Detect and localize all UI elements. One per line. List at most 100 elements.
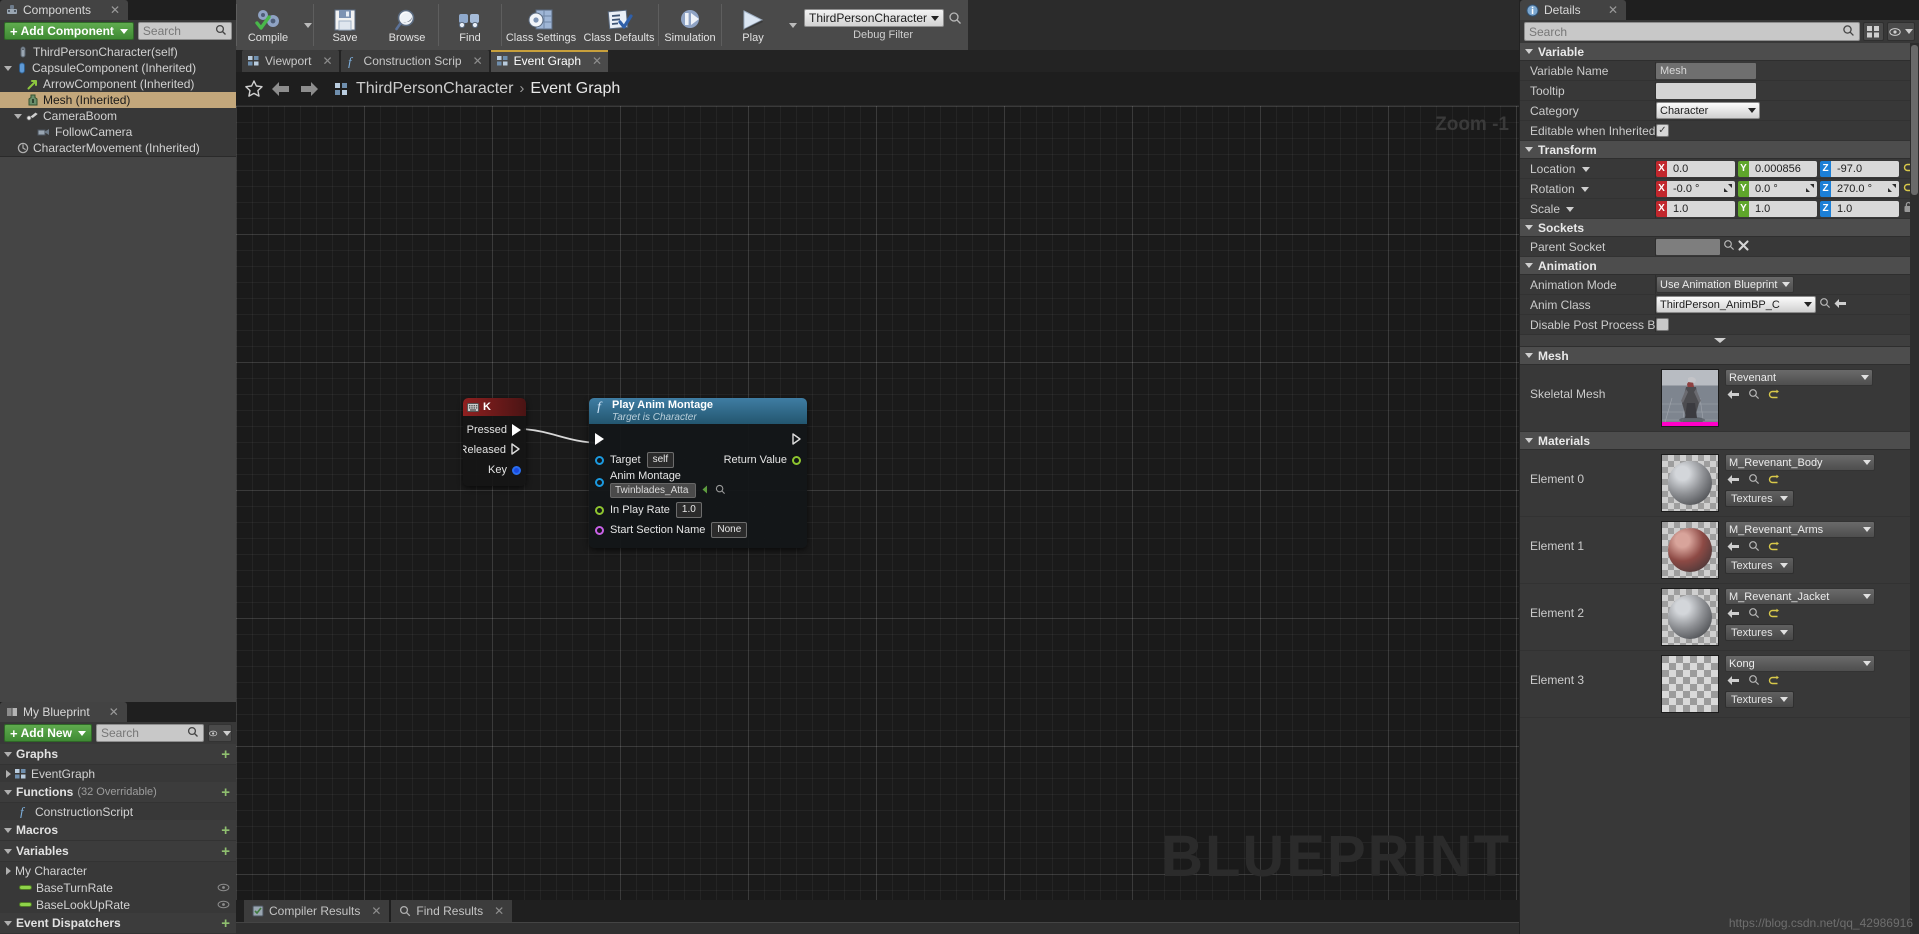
use-selected-asset-icon[interactable] — [1727, 541, 1740, 555]
debug-filter-search-icon[interactable] — [948, 11, 962, 25]
material-asset-combobox[interactable]: M_Revenant_Arms — [1725, 521, 1875, 538]
add-to-section-button[interactable]: + — [221, 844, 230, 859]
editable-when-inherited-checkbox[interactable]: ✓ — [1656, 124, 1669, 137]
skeletal-mesh-thumbnail[interactable] — [1661, 369, 1719, 427]
add-to-section-button[interactable]: + — [221, 916, 230, 931]
my-blueprint-section-header[interactable]: Variables + — [0, 841, 236, 862]
pin-start-section-name-value[interactable]: None — [711, 522, 748, 538]
exec-pin-hollow-icon[interactable] — [511, 442, 521, 458]
toolbar-class-defaults-button[interactable]: Class Defaults — [580, 0, 658, 50]
browse-asset-icon[interactable] — [1748, 607, 1760, 622]
close-icon[interactable]: ✕ — [322, 54, 332, 68]
expander-collapse-icon[interactable] — [1525, 263, 1533, 268]
add-to-section-button[interactable]: + — [221, 785, 230, 800]
forward-arrow-icon[interactable] — [298, 80, 320, 98]
animation-mode-combobox[interactable]: Use Animation Blueprint — [1656, 276, 1795, 293]
my-blueprint-section-header[interactable]: Event Dispatchers + — [0, 913, 236, 934]
details-category-materials[interactable]: Materials — [1520, 432, 1919, 450]
tab-construction-scrip[interactable]: f Construction Scrip ✕ — [340, 50, 489, 72]
details-category-mesh[interactable]: Mesh — [1520, 347, 1919, 365]
tab-my-blueprint[interactable]: My Blueprint ✕ — [0, 702, 127, 722]
tab-details[interactable]: Details ✕ — [1520, 0, 1626, 20]
pin-target-value[interactable]: self — [646, 452, 675, 468]
parent-socket-field[interactable] — [1656, 238, 1720, 255]
toolbar-save-button[interactable]: Save — [314, 0, 376, 50]
details-scrollbar[interactable] — [1910, 43, 1919, 934]
my-blueprint-search-input[interactable]: Search — [95, 724, 204, 742]
use-selected-asset-icon[interactable] — [1727, 675, 1740, 689]
exec-pin-icon[interactable] — [595, 433, 604, 445]
eye-icon[interactable] — [217, 881, 230, 895]
favorite-star-icon[interactable] — [244, 79, 264, 99]
vector-z-cell[interactable]: Z 1.0 — [1820, 200, 1899, 217]
expander-collapse-icon[interactable] — [1525, 147, 1533, 152]
vector-y-value[interactable]: 0.0 ° — [1749, 180, 1817, 197]
vector-x-cell[interactable]: X -0.0 ° — [1656, 180, 1735, 197]
tooltip-field[interactable] — [1656, 82, 1756, 99]
vector-y-cell[interactable]: Y 0.000856 — [1738, 160, 1817, 177]
vector-y-cell[interactable]: Y 0.0 ° — [1738, 180, 1817, 197]
details-scrollbar-thumb[interactable] — [1911, 45, 1918, 195]
reset-to-default-icon[interactable] — [1768, 674, 1780, 689]
use-selected-asset-icon[interactable] — [1727, 389, 1740, 403]
expander-collapse-icon[interactable] — [14, 113, 22, 119]
vector-y-cell[interactable]: Y 1.0 — [1738, 200, 1817, 217]
vector-z-value[interactable]: 1.0 — [1831, 200, 1899, 217]
graph-canvas[interactable]: Zoom -1 BLUEPRINT K Pressed Released Key… — [236, 106, 1519, 900]
vector-x-cell[interactable]: X 0.0 — [1656, 160, 1735, 177]
pin-start-section-name[interactable]: Start Section Name None — [589, 520, 807, 540]
details-property-name[interactable]: Scale — [1520, 202, 1655, 216]
component-tree-item[interactable]: ArrowComponent (Inherited) — [0, 76, 236, 92]
vector-x-value[interactable]: 1.0 — [1667, 200, 1735, 217]
component-tree-item[interactable]: FollowCamera — [0, 124, 236, 140]
component-tree-item[interactable]: Mesh (Inherited) — [0, 92, 236, 108]
details-search-input[interactable]: Search — [1524, 22, 1860, 41]
my-blueprint-section-header[interactable]: Graphs + — [0, 744, 236, 765]
exec-pin-out-icon[interactable] — [792, 433, 801, 445]
pin-key[interactable]: Key — [463, 460, 526, 480]
expander-expand-icon[interactable] — [6, 769, 11, 778]
back-arrow-icon[interactable] — [270, 80, 292, 98]
add-component-button[interactable]: + Add Component — [4, 22, 134, 40]
object-pin-icon[interactable] — [595, 455, 604, 465]
disable-post-process-checkbox[interactable]: ✓ — [1656, 318, 1669, 331]
textures-button[interactable]: Textures — [1725, 624, 1794, 641]
close-icon[interactable]: ✕ — [1594, 3, 1618, 17]
anim-class-combobox[interactable]: ThirdPerson_AnimBP_C — [1656, 296, 1816, 313]
toolbar-simulation-button[interactable]: Simulation — [659, 0, 721, 50]
component-tree-item[interactable]: CameraBoom — [0, 108, 236, 124]
node-play-anim-montage[interactable]: f Play Anim Montage Target is Character — [589, 398, 807, 548]
my-blueprint-section-header[interactable]: Functions (32 Overridable) + — [0, 782, 236, 803]
my-blueprint-item[interactable]: EventGraph — [0, 765, 236, 782]
reset-to-default-icon[interactable] — [1768, 607, 1780, 622]
toolbar-find-button[interactable]: Find — [439, 0, 501, 50]
reset-to-default-icon[interactable] — [1768, 388, 1780, 403]
details-category-variable[interactable]: Variable — [1520, 43, 1919, 61]
expander-collapse-icon[interactable] — [4, 751, 12, 757]
close-icon[interactable]: ✕ — [473, 54, 483, 68]
spinner-icon[interactable] — [1887, 183, 1897, 195]
breadcrumb-root[interactable]: ThirdPersonCharacter — [356, 80, 513, 98]
my-blueprint-item[interactable]: BaseLookUpRate — [0, 896, 236, 913]
debug-filter-combobox[interactable]: ThirdPersonCharacter — [804, 9, 945, 27]
expander-collapse-icon[interactable] — [4, 848, 12, 854]
close-icon[interactable]: ✕ — [371, 904, 381, 918]
pin-in-play-rate[interactable]: In Play Rate 1.0 — [589, 500, 807, 520]
struct-pin-icon[interactable] — [512, 465, 521, 475]
bottom-tab-compiler-results[interactable]: Compiler Results ✕ — [244, 900, 390, 922]
toolbar-class-settings-button[interactable]: Class Settings — [502, 0, 580, 50]
expander-collapse-icon[interactable] — [1525, 225, 1533, 230]
expander-expand-icon[interactable] — [6, 866, 11, 875]
browse-asset-icon[interactable] — [1819, 297, 1831, 312]
browse-asset-icon[interactable] — [1748, 540, 1760, 555]
my-blueprint-item[interactable]: f ConstructionScript — [0, 803, 236, 820]
toolbar-browse-button[interactable]: Browse — [376, 0, 438, 50]
skeletal-mesh-combobox[interactable]: Revenant — [1725, 369, 1873, 386]
use-selected-asset-icon[interactable] — [700, 484, 711, 498]
material-thumbnail[interactable] — [1661, 454, 1719, 512]
compile-dropdown-button[interactable] — [299, 0, 313, 50]
category-combobox[interactable]: Character — [1656, 102, 1760, 119]
my-blueprint-item[interactable]: BaseTurnRate — [0, 879, 236, 896]
toolbar-play-button[interactable]: Play — [722, 0, 784, 50]
vector-z-value[interactable]: 270.0 ° — [1831, 180, 1899, 197]
